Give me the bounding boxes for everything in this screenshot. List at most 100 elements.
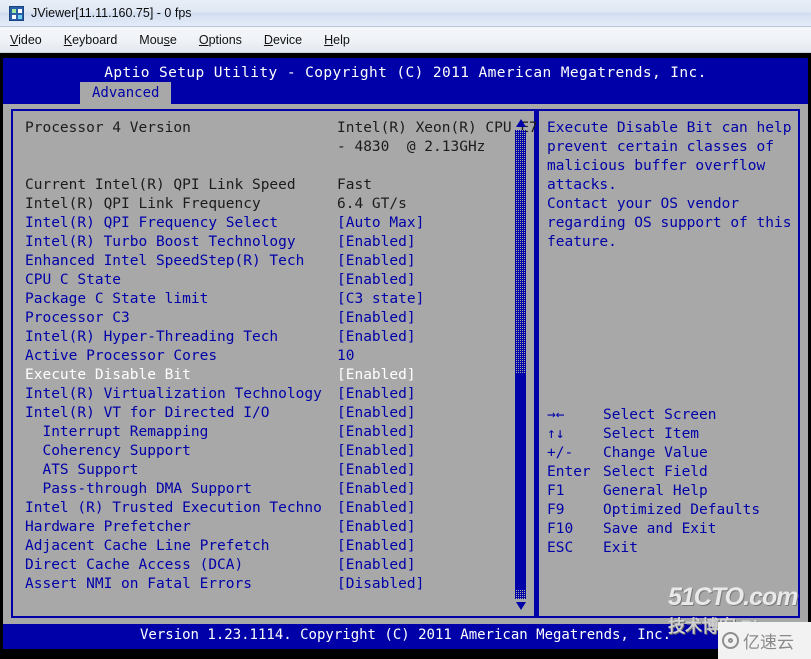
settings-rows: Processor 4 Version Intel(R) Xeon(R) CPU … — [25, 119, 538, 594]
settings-row-value[interactable]: [Enabled] — [337, 309, 416, 328]
menu-item-video[interactable]: Video — [10, 33, 42, 47]
scrollbar-thumb[interactable] — [515, 373, 526, 590]
settings-row[interactable]: Interrupt Remapping [Enabled] — [25, 423, 505, 442]
settings-row-value[interactable]: [Enabled] — [337, 385, 416, 404]
settings-row-value[interactable]: [Enabled] — [337, 233, 416, 252]
key-legend-key: ESC — [547, 540, 574, 556]
settings-row[interactable]: Package C State limit [C3 state] — [25, 290, 505, 309]
settings-row-label: Intel(R) Turbo Boost Technology — [25, 234, 296, 250]
settings-row-label: ATS Support — [25, 462, 139, 478]
key-legend-row: F10 Save and Exit — [547, 520, 793, 539]
settings-row[interactable]: Processor C3 [Enabled] — [25, 309, 505, 328]
key-legend-row: ESC Exit — [547, 539, 793, 558]
settings-row-label: Hardware Prefetcher — [25, 519, 191, 535]
settings-row-label: Interrupt Remapping — [25, 424, 209, 440]
settings-row-value[interactable]: [Enabled] — [337, 366, 416, 385]
bios-tab-strip: Advanced — [3, 82, 808, 104]
settings-row-label: Intel(R) VT for Directed I/O — [25, 405, 270, 421]
key-legend-row: F9 Optimized Defaults — [547, 501, 793, 520]
settings-row-value[interactable]: [Enabled] — [337, 442, 416, 461]
window-title: JViewer[11.11.160.75] - 0 fps — [31, 6, 192, 20]
settings-row[interactable]: Execute Disable Bit [Enabled] — [25, 366, 505, 385]
settings-row[interactable]: Intel(R) QPI Frequency Select [Auto Max] — [25, 214, 505, 233]
settings-row[interactable]: CPU C State [Enabled] — [25, 271, 505, 290]
bios-screen: Aptio Setup Utility - Copyright (C) 2011… — [0, 54, 811, 659]
menu-item-mouse[interactable]: Mouse — [139, 33, 177, 47]
bios-footer-band: Version 1.23.1114. Copyright (C) 2011 Am… — [3, 624, 808, 649]
settings-row-value[interactable]: [Enabled] — [337, 423, 416, 442]
settings-row-value[interactable]: [Disabled] — [337, 575, 424, 594]
settings-row-label: Processor 4 Version — [25, 120, 191, 136]
settings-row-value: 6.4 GT/s — [337, 196, 407, 212]
settings-row-label: Execute Disable Bit — [25, 367, 191, 383]
bios-body: Processor 4 Version Intel(R) Xeon(R) CPU … — [3, 104, 808, 624]
settings-row-label: Enhanced Intel SpeedStep(R) Tech — [25, 253, 305, 269]
settings-row[interactable]: Intel(R) Virtualization Technology [Enabl… — [25, 385, 505, 404]
scrollbar-track[interactable] — [515, 130, 526, 599]
settings-row-label: Intel(R) Hyper-Threading Tech — [25, 329, 279, 345]
menu-item-help[interactable]: Help — [324, 33, 350, 47]
menu-item-keyboard[interactable]: Keyboard — [64, 33, 118, 47]
key-legend-key: ↑↓ — [547, 426, 565, 442]
menu-item-options[interactable]: Options — [199, 33, 242, 47]
settings-row-value[interactable]: [Enabled] — [337, 461, 416, 480]
settings-row[interactable]: Enhanced Intel SpeedStep(R) Tech [Enabled… — [25, 252, 505, 271]
settings-row: - 4830 @ 2.13GHz — [25, 138, 505, 157]
key-legend-row: F1 General Help — [547, 482, 793, 501]
settings-row[interactable]: Intel(R) VT for Directed I/O [Enabled] — [25, 404, 505, 423]
jviewer-window: JViewer[11.11.160.75] - 0 fps Video Keyb… — [0, 0, 811, 659]
settings-scrollbar[interactable] — [515, 117, 528, 612]
key-legend-desc: Exit — [603, 540, 638, 556]
key-legend-desc: Select Item — [603, 426, 700, 442]
settings-row-value[interactable]: [Auto Max] — [337, 214, 424, 233]
menu-item-device[interactable]: Device — [264, 33, 302, 47]
settings-row-value[interactable]: 10 — [337, 347, 354, 366]
key-legend-row: ↑↓ Select Item — [547, 425, 793, 444]
settings-row-value: Intel(R) Xeon(R) CPU E7 — [337, 120, 538, 136]
settings-row-label: Intel(R) QPI Frequency Select — [25, 215, 279, 231]
settings-row-value[interactable]: [Enabled] — [337, 328, 416, 347]
settings-row-spacer — [25, 157, 505, 176]
settings-row-label: Coherency Support — [25, 443, 191, 459]
settings-row-value[interactable]: [Enabled] — [337, 499, 416, 518]
settings-row-value[interactable]: [Enabled] — [337, 537, 416, 556]
settings-row[interactable]: ATS Support [Enabled] — [25, 461, 505, 480]
settings-row[interactable]: Direct Cache Access (DCA) [Enabled] — [25, 556, 505, 575]
key-legend-desc: Select Field — [603, 464, 708, 480]
settings-row-label: Current Intel(R) QPI Link Speed — [25, 177, 296, 193]
settings-row[interactable]: Adjacent Cache Line Prefetch [Enabled] — [25, 537, 505, 556]
scroll-up-arrow-icon[interactable] — [515, 117, 528, 129]
settings-row: Intel(R) QPI Link Frequency 6.4 GT/s — [25, 195, 505, 214]
settings-row[interactable]: Intel(R) Turbo Boost Technology [Enabled] — [25, 233, 505, 252]
settings-row[interactable]: Hardware Prefetcher [Enabled] — [25, 518, 505, 537]
settings-row-value[interactable]: [C3 state] — [337, 290, 424, 309]
bios-title: Aptio Setup Utility - Copyright (C) 2011… — [104, 65, 707, 81]
settings-row-label: Processor C3 — [25, 310, 130, 326]
key-legend-desc: Save and Exit — [603, 521, 717, 537]
settings-row: Current Intel(R) QPI Link Speed Fast — [25, 176, 505, 195]
key-legend-key: Enter — [547, 464, 591, 480]
tab-advanced[interactable]: Advanced — [80, 82, 172, 104]
key-legend-desc: General Help — [603, 483, 708, 499]
settings-row-label: Direct Cache Access (DCA) — [25, 557, 244, 573]
settings-row-value[interactable]: [Enabled] — [337, 252, 416, 271]
settings-row-label: Pass-through DMA Support — [25, 481, 252, 497]
settings-row-value[interactable]: [Enabled] — [337, 556, 416, 575]
settings-row-label: Active Processor Cores — [25, 348, 218, 364]
settings-panel: Processor 4 Version Intel(R) Xeon(R) CPU … — [11, 109, 538, 618]
settings-row-value[interactable]: [Enabled] — [337, 271, 416, 290]
settings-row[interactable]: Coherency Support [Enabled] — [25, 442, 505, 461]
settings-row-value[interactable]: [Enabled] — [337, 404, 416, 423]
key-legend-key: F10 — [547, 521, 574, 537]
settings-row[interactable]: Intel(R) Hyper-Threading Tech [Enabled] — [25, 328, 505, 347]
settings-row[interactable]: Pass-through DMA Support [Enabled] — [25, 480, 505, 499]
settings-row[interactable]: Assert NMI on Fatal Errors [Disabled] — [25, 575, 505, 594]
help-panel: Execute Disable Bit can help prevent cer… — [536, 109, 800, 618]
settings-row-value[interactable]: [Enabled] — [337, 480, 416, 499]
key-legend-row: Enter Select Field — [547, 463, 793, 482]
scroll-down-arrow-icon[interactable] — [515, 600, 528, 612]
settings-row-label: Intel(R) QPI Link Frequency — [25, 196, 261, 212]
settings-row[interactable]: Active Processor Cores 10 — [25, 347, 505, 366]
settings-row[interactable]: Intel (R) Trusted Execution Techno [Enabl… — [25, 499, 505, 518]
settings-row-value[interactable]: [Enabled] — [337, 518, 416, 537]
